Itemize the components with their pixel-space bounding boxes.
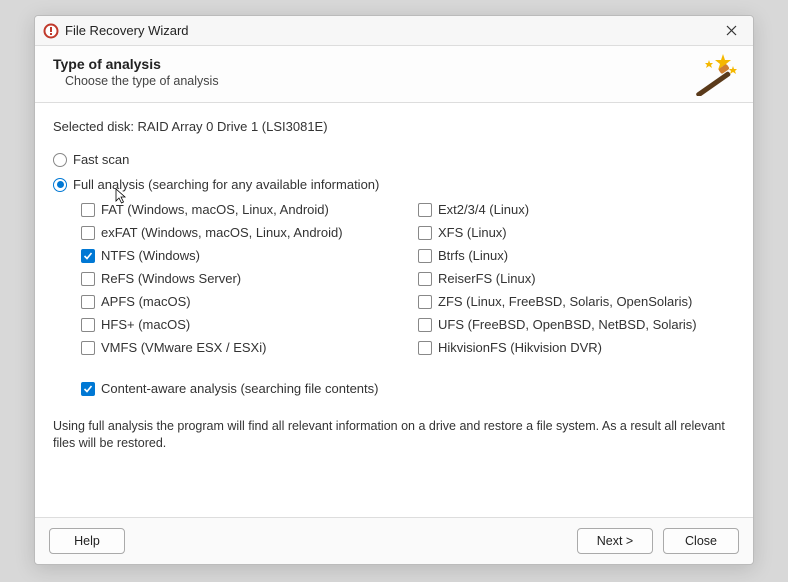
checkbox-row-hikvision[interactable]: HikvisionFS (Hikvision DVR) (418, 340, 735, 355)
wizard-dialog: File Recovery Wizard Type of analysis Ch… (34, 15, 754, 565)
checkbox-row-ufs[interactable]: UFS (FreeBSD, OpenBSD, NetBSD, Solaris) (418, 317, 735, 332)
checkbox-label-ext: Ext2/3/4 (Linux) (438, 202, 529, 217)
close-icon[interactable] (717, 20, 745, 42)
wizard-footer: Help Next > Close (35, 517, 753, 564)
checkbox-ufs[interactable] (418, 318, 432, 332)
checkbox-content-aware[interactable] (81, 382, 95, 396)
checkbox-row-refs[interactable]: ReFS (Windows Server) (81, 271, 398, 286)
header-subtitle: Choose the type of analysis (65, 74, 735, 88)
checkbox-label-xfs: XFS (Linux) (438, 225, 507, 240)
content-aware-label: Content-aware analysis (searching file c… (101, 381, 378, 396)
header-title: Type of analysis (53, 56, 735, 72)
checkbox-label-apfs: APFS (macOS) (101, 294, 191, 309)
checkbox-zfs[interactable] (418, 295, 432, 309)
checkbox-reiserfs[interactable] (418, 272, 432, 286)
checkbox-label-refs: ReFS (Windows Server) (101, 271, 241, 286)
checkbox-ntfs[interactable] (81, 249, 95, 263)
checkbox-label-hfsplus: HFS+ (macOS) (101, 317, 190, 332)
checkbox-row-fat[interactable]: FAT (Windows, macOS, Linux, Android) (81, 202, 398, 217)
checkbox-label-ntfs: NTFS (Windows) (101, 248, 200, 263)
wizard-header: Type of analysis Choose the type of anal… (35, 46, 753, 103)
checkbox-apfs[interactable] (81, 295, 95, 309)
checkbox-row-exfat[interactable]: exFAT (Windows, macOS, Linux, Android) (81, 225, 398, 240)
checkbox-label-hikvision: HikvisionFS (Hikvision DVR) (438, 340, 602, 355)
checkbox-row-btrfs[interactable]: Btrfs (Linux) (418, 248, 735, 263)
checkbox-label-reiserfs: ReiserFS (Linux) (438, 271, 536, 286)
checkbox-label-btrfs: Btrfs (Linux) (438, 248, 508, 263)
checkbox-vmfs[interactable] (81, 341, 95, 355)
checkbox-row-vmfs[interactable]: VMFS (VMware ESX / ESXi) (81, 340, 398, 355)
checkbox-refs[interactable] (81, 272, 95, 286)
checkbox-hfsplus[interactable] (81, 318, 95, 332)
checkbox-row-ntfs[interactable]: NTFS (Windows) (81, 248, 398, 263)
radio-full-analysis[interactable] (53, 178, 67, 192)
titlebar: File Recovery Wizard (35, 16, 753, 46)
wizard-body: Selected disk: RAID Array 0 Drive 1 (LSI… (35, 103, 753, 517)
checkbox-btrfs[interactable] (418, 249, 432, 263)
close-button[interactable]: Close (663, 528, 739, 554)
checkbox-row-ext[interactable]: Ext2/3/4 (Linux) (418, 202, 735, 217)
filesystem-grid: FAT (Windows, macOS, Linux, Android) Ext2… (81, 202, 735, 355)
checkbox-hikvision[interactable] (418, 341, 432, 355)
checkbox-label-exfat: exFAT (Windows, macOS, Linux, Android) (101, 225, 343, 240)
checkbox-label-fat: FAT (Windows, macOS, Linux, Android) (101, 202, 329, 217)
wizard-wand-icon (685, 52, 741, 96)
checkbox-ext[interactable] (418, 203, 432, 217)
checkbox-label-zfs: ZFS (Linux, FreeBSD, Solaris, OpenSolari… (438, 294, 692, 309)
checkbox-row-zfs[interactable]: ZFS (Linux, FreeBSD, Solaris, OpenSolari… (418, 294, 735, 309)
checkbox-label-ufs: UFS (FreeBSD, OpenBSD, NetBSD, Solaris) (438, 317, 697, 332)
checkbox-xfs[interactable] (418, 226, 432, 240)
checkbox-fat[interactable] (81, 203, 95, 217)
window-title: File Recovery Wizard (65, 23, 717, 38)
checkbox-label-vmfs: VMFS (VMware ESX / ESXi) (101, 340, 266, 355)
radio-fast-scan[interactable] (53, 153, 67, 167)
app-icon (43, 23, 59, 39)
radio-full-analysis-label: Full analysis (searching for any availab… (73, 177, 379, 192)
help-button[interactable]: Help (49, 528, 125, 554)
checkbox-row-xfs[interactable]: XFS (Linux) (418, 225, 735, 240)
checkbox-exfat[interactable] (81, 226, 95, 240)
radio-fast-scan-label: Fast scan (73, 152, 129, 167)
checkbox-row-hfsplus[interactable]: HFS+ (macOS) (81, 317, 398, 332)
checkbox-row-reiserfs[interactable]: ReiserFS (Linux) (418, 271, 735, 286)
selected-disk-label: Selected disk: RAID Array 0 Drive 1 (LSI… (53, 119, 735, 134)
content-aware-row[interactable]: Content-aware analysis (searching file c… (81, 381, 735, 396)
radio-full-analysis-row[interactable]: Full analysis (searching for any availab… (53, 177, 735, 192)
radio-fast-scan-row[interactable]: Fast scan (53, 152, 735, 167)
next-button[interactable]: Next > (577, 528, 653, 554)
checkbox-row-apfs[interactable]: APFS (macOS) (81, 294, 398, 309)
analysis-description: Using full analysis the program will fin… (53, 418, 735, 452)
